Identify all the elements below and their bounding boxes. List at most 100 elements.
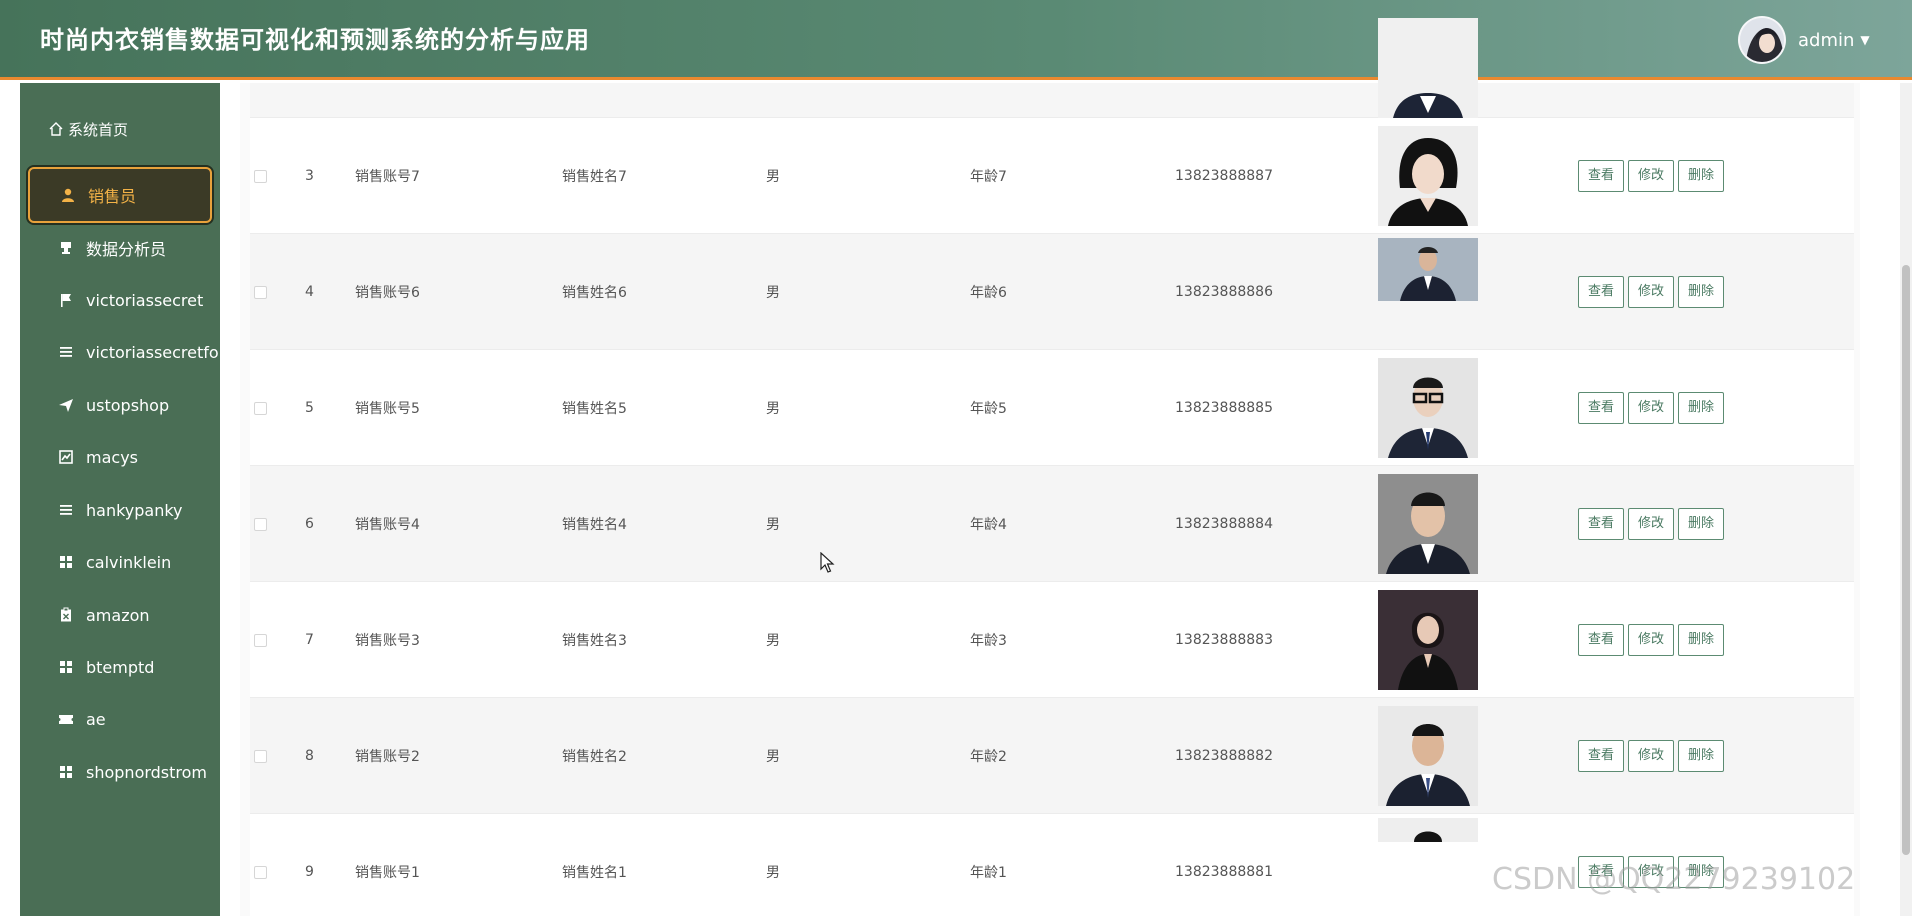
view-button[interactable]: 查看 xyxy=(1578,624,1625,656)
delete-button[interactable]: 删除 xyxy=(1678,740,1725,772)
sidebar-item-victoriassecret[interactable]: victoriassecret xyxy=(28,272,212,328)
sidebar-item-macys[interactable]: macys xyxy=(28,429,212,485)
row-checkbox[interactable] xyxy=(254,401,267,415)
sidebar-item-label: amazon xyxy=(86,605,150,625)
user-menu[interactable]: admin ▼ xyxy=(1738,16,1870,64)
sidebar-item-shopnordstrom[interactable]: shopnordstrom xyxy=(28,744,212,800)
edit-button[interactable]: 修改 xyxy=(1628,160,1675,192)
name-cell: 销售姓名4 xyxy=(562,517,627,533)
view-button[interactable]: 查看 xyxy=(1578,508,1625,540)
sex-cell: 男 xyxy=(766,633,780,649)
sidebar-item-label: 销售员 xyxy=(88,187,137,206)
grid-icon xyxy=(60,661,72,673)
view-button[interactable]: 查看 xyxy=(1578,740,1625,772)
phone-cell: 13823888886 xyxy=(1175,284,1273,300)
sidebar-item-ustopshop[interactable]: ustopshop xyxy=(28,377,212,433)
avatar[interactable] xyxy=(1738,16,1786,64)
portrait-photo xyxy=(1378,126,1478,226)
watermark: CSDN @QQ2279239102 xyxy=(1492,862,1856,897)
age-cell: 年龄7 xyxy=(970,169,1007,185)
edit-button[interactable]: 修改 xyxy=(1628,740,1675,772)
row-index: 5 xyxy=(305,400,314,416)
age-cell: 年龄1 xyxy=(970,865,1007,881)
scrollbar-thumb[interactable] xyxy=(1902,265,1910,855)
sex-cell: 男 xyxy=(766,517,780,533)
delete-button[interactable]: 删除 xyxy=(1678,624,1725,656)
age-cell: 年龄6 xyxy=(970,285,1007,301)
name-cell: 销售姓名6 xyxy=(562,285,627,301)
grid-icon xyxy=(60,766,72,778)
row-checkbox[interactable] xyxy=(254,633,267,647)
row-checkbox[interactable] xyxy=(254,285,267,299)
sidebar-item-hankypanky[interactable]: hankypanky xyxy=(28,482,212,538)
sex-cell: 男 xyxy=(766,401,780,417)
account-cell: 销售账号3 xyxy=(355,633,420,649)
sidebar-item-data-analyst[interactable]: 数据分析员 xyxy=(28,220,212,276)
row-checkbox[interactable] xyxy=(254,517,267,531)
row-checkbox[interactable] xyxy=(254,749,267,763)
table-row: 6 销售账号4 销售姓名4 男 年龄4 13823888884 查看 修改 删除 xyxy=(250,466,1854,582)
account-cell: 销售账号2 xyxy=(355,749,420,765)
sidebar-item-amazon[interactable]: amazon xyxy=(28,587,212,643)
view-button[interactable]: 查看 xyxy=(1578,392,1625,424)
sidebar-item-label: hankypanky xyxy=(86,500,183,520)
row-checkbox[interactable] xyxy=(254,865,267,879)
sidebar: 系统首页 销售员 数据分析员 victoriassecret victorias xyxy=(20,83,220,916)
username[interactable]: admin xyxy=(1798,30,1854,51)
home-icon xyxy=(49,122,63,136)
row-index: 3 xyxy=(305,168,314,184)
delete-button[interactable]: 删除 xyxy=(1678,276,1725,308)
edit-button[interactable]: 修改 xyxy=(1628,276,1675,308)
ticket-icon xyxy=(59,715,73,724)
sidebar-item-home[interactable]: 系统首页 xyxy=(48,115,128,143)
row-checkbox[interactable] xyxy=(254,169,267,183)
top-header: 时尚内衣销售数据可视化和预测系统的分析与应用 admin ▼ xyxy=(0,0,1912,80)
age-cell: 年龄4 xyxy=(970,517,1007,533)
name-cell: 销售姓名2 xyxy=(562,749,627,765)
sidebar-item-victoriassecretforecast[interactable]: victoriassecretforecast xyxy=(28,324,220,380)
phone-cell: 13823888882 xyxy=(1175,748,1273,764)
sidebar-item-label: macys xyxy=(86,447,138,467)
edit-button[interactable]: 修改 xyxy=(1628,508,1675,540)
flag-icon xyxy=(61,294,71,307)
chevron-down-icon[interactable]: ▼ xyxy=(1860,33,1869,47)
clipboard-icon xyxy=(61,607,71,622)
sidebar-item-salesperson[interactable]: 销售员 xyxy=(28,167,212,223)
user-icon xyxy=(62,188,74,202)
portrait-photo xyxy=(1378,818,1478,842)
view-button[interactable]: 查看 xyxy=(1578,276,1625,308)
delete-button[interactable]: 删除 xyxy=(1678,508,1725,540)
sales-staff-table: 3 销售账号7 销售姓名7 男 年龄7 13823888887 查看 修改 删除… xyxy=(250,83,1854,916)
sidebar-item-label: 系统首页 xyxy=(68,120,129,139)
sidebar-item-calvinklein[interactable]: calvinklein xyxy=(28,534,212,590)
view-button[interactable]: 查看 xyxy=(1578,160,1625,192)
account-cell: 销售账号5 xyxy=(355,401,420,417)
sidebar-item-ae[interactable]: ae xyxy=(28,691,212,747)
app-title: 时尚内衣销售数据可视化和预测系统的分析与应用 xyxy=(40,26,590,54)
name-cell: 销售姓名1 xyxy=(562,865,627,881)
row-index: 8 xyxy=(305,748,314,764)
sidebar-item-label: ustopshop xyxy=(86,395,170,415)
chart-icon xyxy=(59,450,73,464)
sex-cell: 男 xyxy=(766,865,780,881)
account-cell: 销售账号7 xyxy=(355,169,420,185)
delete-button[interactable]: 删除 xyxy=(1678,160,1725,192)
sidebar-item-label: victoriassecret xyxy=(86,290,204,310)
account-cell: 销售账号1 xyxy=(355,865,420,881)
age-cell: 年龄2 xyxy=(970,749,1007,765)
phone-cell: 13823888883 xyxy=(1175,632,1273,648)
table-row: 3 销售账号7 销售姓名7 男 年龄7 13823888887 查看 修改 删除 xyxy=(250,118,1854,234)
row-index: 7 xyxy=(305,632,314,648)
sex-cell: 男 xyxy=(766,169,780,185)
table-row: 5 销售账号5 销售姓名5 男 年龄5 13823888885 查看 修改 删除 xyxy=(250,350,1854,466)
stamp-icon xyxy=(61,242,71,254)
sidebar-item-label: calvinklein xyxy=(86,552,172,572)
row-index: 9 xyxy=(305,864,314,880)
mouse-cursor-icon xyxy=(820,552,835,573)
delete-button[interactable]: 删除 xyxy=(1678,392,1725,424)
name-cell: 销售姓名5 xyxy=(562,401,627,417)
edit-button[interactable]: 修改 xyxy=(1628,624,1675,656)
sidebar-item-label: 数据分析员 xyxy=(86,240,167,259)
edit-button[interactable]: 修改 xyxy=(1628,392,1675,424)
sidebar-item-btemptd[interactable]: btemptd xyxy=(28,639,212,695)
